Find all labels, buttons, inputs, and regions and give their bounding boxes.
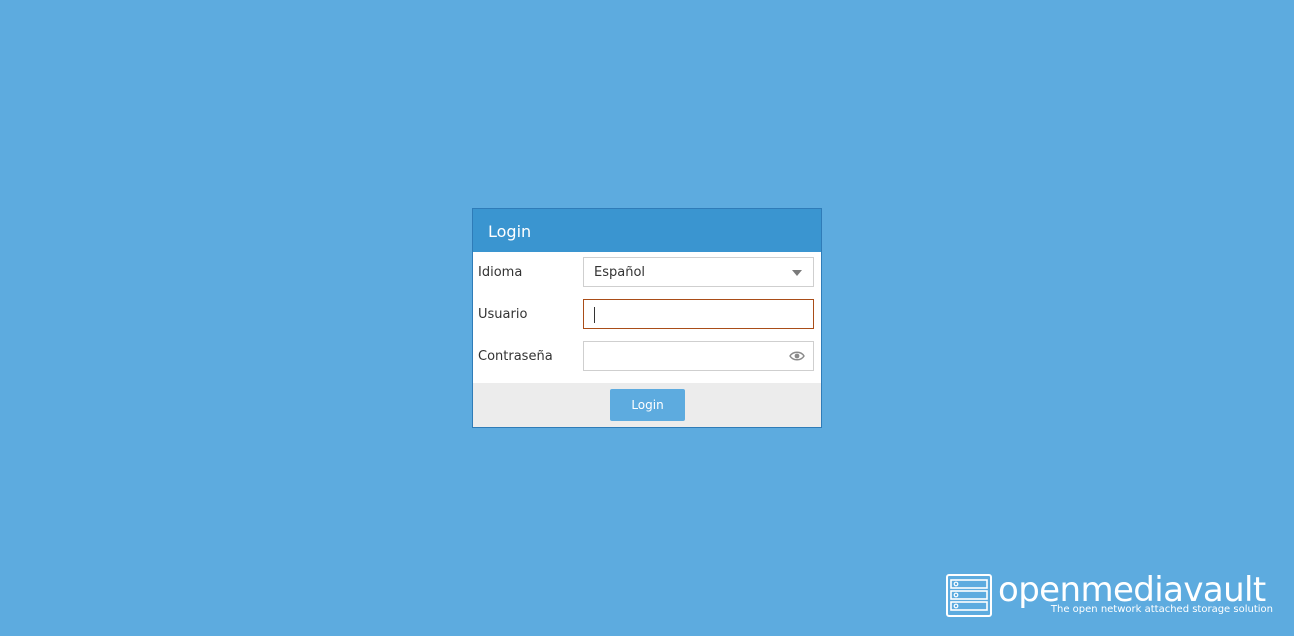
language-select[interactable]: Español [583, 257, 814, 287]
username-input[interactable] [584, 300, 794, 328]
language-select-value: Español [594, 265, 646, 280]
password-row: Contraseña [473, 336, 821, 378]
eye-icon[interactable] [789, 350, 805, 362]
password-label: Contraseña [478, 349, 553, 364]
password-input[interactable] [584, 342, 794, 370]
brand-tagline: The open network attached storage soluti… [1050, 604, 1273, 615]
login-page: Login Idioma Español Usuario Contraseña [0, 0, 1294, 636]
username-row: Usuario [473, 294, 821, 336]
username-field-wrapper[interactable] [583, 299, 814, 329]
chevron-down-icon[interactable] [792, 270, 802, 276]
language-row: Idioma Español [473, 252, 821, 294]
password-field-wrapper[interactable] [583, 341, 814, 371]
login-button[interactable]: Login [610, 389, 685, 421]
username-label: Usuario [478, 307, 528, 322]
login-toolbar: Login [473, 383, 821, 427]
login-window: Login Idioma Español Usuario Contraseña [472, 208, 822, 428]
brand-footer: openmediavault The open network attached… [946, 570, 1276, 618]
login-window-title: Login [473, 209, 821, 252]
server-rack-icon [946, 574, 992, 617]
text-caret [594, 307, 595, 323]
language-label: Idioma [478, 265, 523, 280]
